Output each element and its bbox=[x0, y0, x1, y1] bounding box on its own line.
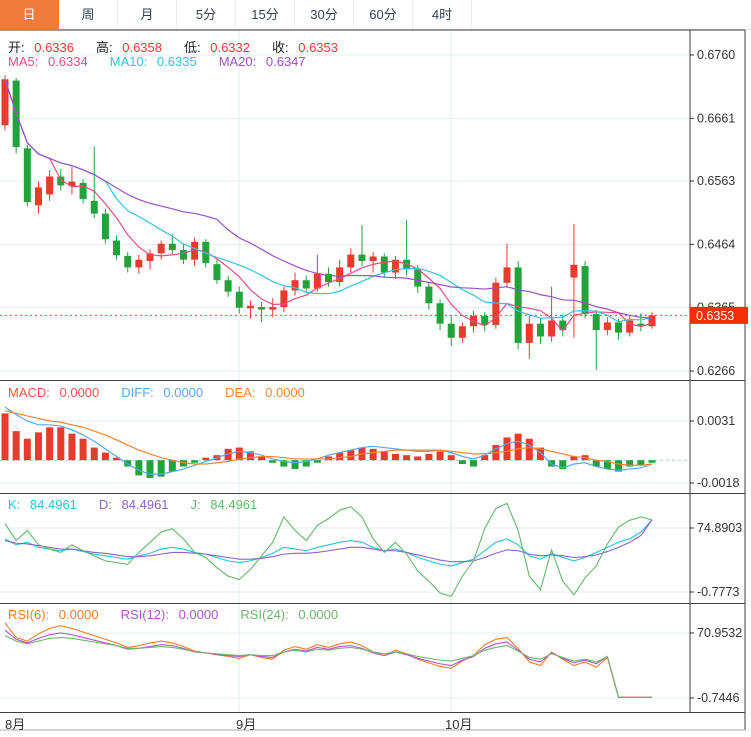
candle-body bbox=[23, 148, 31, 203]
y-axis-tick-label: 0.6760 bbox=[697, 48, 735, 62]
candle-body bbox=[157, 243, 165, 254]
macd-hist-bar bbox=[425, 453, 433, 461]
candle-body bbox=[135, 259, 143, 268]
macd-hist-bar bbox=[135, 460, 143, 476]
macd-hist-bar bbox=[1, 413, 9, 461]
y-axis-tick-label: -0.7446 bbox=[697, 691, 739, 705]
macd-hist-bar bbox=[447, 455, 455, 461]
rsi-rsi24-line bbox=[4, 635, 652, 698]
candle-body bbox=[536, 323, 544, 337]
macd-hist-bar bbox=[269, 460, 277, 463]
candle-body bbox=[101, 213, 109, 240]
macd-hist-bar bbox=[12, 431, 20, 461]
macd-hist-bar bbox=[380, 451, 388, 461]
macd-hist-bar bbox=[23, 438, 31, 461]
y-axis-tick-label: 0.0031 bbox=[697, 414, 735, 428]
rsi-rsi6-line bbox=[4, 622, 652, 698]
candle-body bbox=[447, 323, 455, 338]
candle-body bbox=[258, 307, 266, 310]
candle-body bbox=[213, 264, 221, 281]
macd-hist-bar bbox=[202, 457, 210, 461]
macd-hist-bar bbox=[291, 460, 299, 470]
candle-body bbox=[514, 267, 522, 343]
candle-body bbox=[525, 323, 533, 343]
macd-hist-bar bbox=[79, 438, 87, 461]
y-axis-tick-label: 0.6563 bbox=[697, 174, 735, 188]
candle-body bbox=[369, 256, 377, 261]
month-label-0: 8月 bbox=[5, 717, 26, 732]
macd-hist-bar bbox=[525, 438, 533, 461]
macd-hist-bar bbox=[191, 460, 199, 463]
macd-hist-bar bbox=[46, 427, 54, 461]
candle-body bbox=[347, 254, 355, 268]
candle-body bbox=[436, 303, 444, 324]
macd-hist-bar bbox=[168, 460, 176, 472]
chart-canvas[interactable]: 0.67600.66610.65630.64640.63650.62660.00… bbox=[0, 0, 751, 737]
rsi-rsi12-line bbox=[4, 629, 652, 698]
macd-hist-bar bbox=[369, 448, 377, 461]
candle-body bbox=[179, 250, 187, 260]
candle-body bbox=[224, 280, 232, 292]
candle-body bbox=[358, 254, 366, 261]
macd-hist-bar bbox=[34, 432, 42, 461]
macd-hist-bar bbox=[414, 456, 422, 461]
candle-body bbox=[246, 305, 254, 309]
candle-body bbox=[570, 264, 578, 278]
candle-body bbox=[113, 240, 121, 256]
y-axis-tick-label: 0.6661 bbox=[697, 111, 735, 125]
candle-body bbox=[503, 267, 511, 283]
candle-body bbox=[581, 266, 589, 315]
y-axis-tick-label: 70.9532 bbox=[697, 626, 742, 640]
macd-hist-bar bbox=[503, 437, 511, 461]
macd-hist-bar bbox=[68, 433, 76, 461]
candle-body bbox=[168, 243, 176, 251]
candle-body bbox=[615, 322, 623, 333]
candle-body bbox=[603, 322, 611, 331]
macd-hist-bar bbox=[146, 460, 154, 478]
candle-body bbox=[592, 314, 600, 331]
month-label-1: 9月 bbox=[236, 717, 257, 732]
macd-hist-bar bbox=[458, 460, 466, 465]
kdj-j-line bbox=[4, 502, 653, 598]
current-price-badge-text: 0.6353 bbox=[696, 309, 734, 323]
y-axis-tick-label: 74.8903 bbox=[697, 521, 742, 535]
candle-body bbox=[79, 182, 87, 199]
month-label-2: 10月 bbox=[445, 717, 473, 732]
candle-body bbox=[235, 291, 243, 308]
candle-body bbox=[458, 326, 466, 338]
y-axis-tick-label: 0.6266 bbox=[697, 364, 735, 378]
candle-body bbox=[302, 280, 310, 289]
macd-hist-bar bbox=[57, 427, 65, 461]
macd-hist-bar bbox=[436, 451, 444, 461]
candle-body bbox=[46, 176, 54, 195]
candle-body bbox=[34, 187, 42, 206]
candle-body bbox=[380, 256, 388, 273]
macd-hist-bar bbox=[391, 453, 399, 461]
macd-hist-bar bbox=[313, 460, 321, 463]
candle-body bbox=[414, 269, 422, 287]
y-axis-tick-label: 0.6464 bbox=[697, 237, 735, 251]
candle-body bbox=[425, 286, 433, 304]
macd-hist-bar bbox=[403, 455, 411, 461]
macd-hist-bar bbox=[648, 460, 656, 463]
macd-hist-bar bbox=[90, 447, 98, 461]
macd-hist-bar bbox=[347, 450, 355, 461]
macd-hist-bar bbox=[101, 452, 109, 461]
y-axis-tick-label: -0.7773 bbox=[697, 585, 739, 599]
candle-body bbox=[90, 200, 98, 214]
candle-body bbox=[548, 320, 556, 337]
macd-hist-bar bbox=[470, 460, 478, 467]
macd-hist-bar bbox=[514, 433, 522, 461]
candle-body bbox=[124, 255, 132, 268]
candle-body bbox=[269, 307, 277, 310]
ma5-line bbox=[4, 79, 653, 332]
y-axis-tick-label: -0.0018 bbox=[697, 476, 739, 490]
